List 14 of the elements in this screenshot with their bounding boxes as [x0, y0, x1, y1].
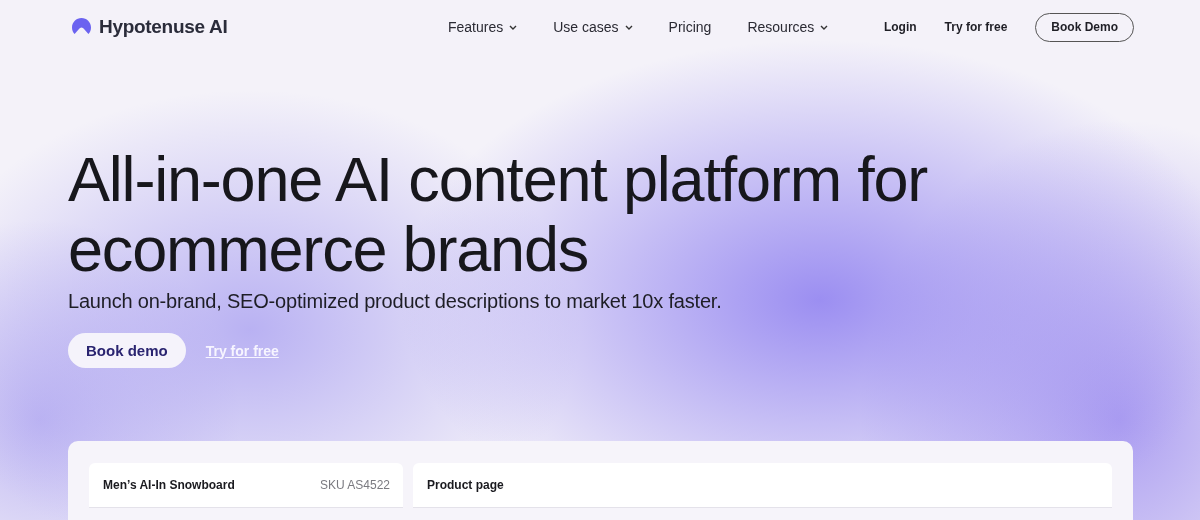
nav-link[interactable]: Resources [729, 19, 847, 35]
brand-name: Hypotenuse AI [99, 16, 228, 38]
try-free-link[interactable]: Try for free [944, 20, 1008, 34]
product-sku: SKU AS4522 [319, 478, 390, 492]
nav-link[interactable]: Features [430, 19, 536, 35]
logo-icon [72, 18, 91, 36]
panel-title: Product page [427, 478, 504, 492]
nav-link[interactable]: Pricing [650, 19, 730, 35]
hero-subtitle: Launch on-brand, SEO-optimized product descriptions to market 10x faster. [68, 290, 723, 313]
nav-link[interactable]: Use cases [535, 19, 651, 35]
hero-title: All-in-one AI content platform for ecommerce brands [68, 144, 929, 284]
book-demo-button[interactable]: Book demo [68, 333, 186, 368]
login-link[interactable]: Login [883, 20, 917, 34]
product-name: Men’s AI-In Snowboard [103, 478, 235, 492]
